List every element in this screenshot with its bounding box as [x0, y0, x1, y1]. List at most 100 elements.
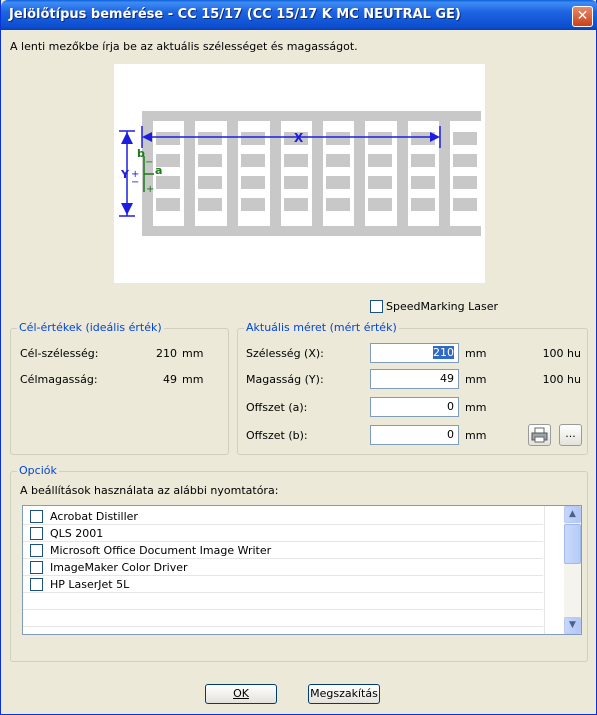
- empty-list-row: [23, 593, 543, 610]
- label-cell: [156, 132, 180, 145]
- list-item[interactable]: ImageMaker Color Driver: [23, 559, 543, 576]
- label-cell: [368, 154, 392, 167]
- list-item[interactable]: Acrobat Distiller: [23, 508, 543, 525]
- target-width-unit: mm: [182, 347, 204, 360]
- x-label: X: [294, 131, 304, 145]
- printer-icon: [531, 427, 548, 443]
- label-cell: [453, 198, 477, 211]
- empty-list-row: [23, 610, 543, 627]
- height-input[interactable]: 49: [370, 369, 459, 389]
- list-item[interactable]: HP LaserJet 5L: [23, 576, 543, 593]
- label-cell: [241, 176, 265, 189]
- label-cell: [453, 176, 477, 189]
- label-cell: [284, 154, 308, 167]
- scroll-thumb[interactable]: [564, 524, 581, 564]
- bottom-strip: [142, 226, 481, 236]
- scroll-up-button[interactable]: ▲: [564, 506, 581, 523]
- label-cell: [156, 176, 180, 189]
- print-button[interactable]: [528, 424, 551, 446]
- printer-checkbox[interactable]: [30, 561, 43, 574]
- options-legend: Opciók: [17, 464, 59, 477]
- target-height-label: Célmagasság:: [20, 373, 98, 386]
- label-cell: [453, 154, 477, 167]
- label-cell: [453, 132, 477, 145]
- instruction-text: A lenti mezőkbe írja be az aktuális szél…: [10, 40, 358, 53]
- speedmarking-label: SpeedMarking Laser: [386, 300, 499, 313]
- dialog-window: Jelölőtípus bemérése - CC 15/17 (CC 15/1…: [0, 0, 597, 715]
- offset-b-label: Offszet (b):: [246, 429, 308, 442]
- label-cell: [241, 132, 265, 145]
- printer-label: Microsoft Office Document Image Writer: [50, 544, 272, 557]
- a-label: a: [155, 164, 162, 177]
- label-cell: [368, 198, 392, 211]
- offset-b-input[interactable]: 0: [370, 425, 459, 445]
- list-item[interactable]: Microsoft Office Document Image Writer: [23, 542, 543, 559]
- cancel-button-label: Megszakítás: [310, 687, 378, 700]
- printer-label: HP LaserJet 5L: [50, 578, 130, 591]
- label-cell: [198, 198, 222, 211]
- label-cell: [411, 154, 435, 167]
- label-cell: [156, 198, 180, 211]
- label-cell: [198, 176, 222, 189]
- offset-a-input[interactable]: 0: [370, 397, 459, 417]
- printer-checkbox[interactable]: [30, 527, 43, 540]
- label-layout-diagram: X Y b a + − + −: [114, 64, 485, 283]
- diagram-svg: X Y b a + − + −: [119, 111, 481, 236]
- actual-height-label: Magasság (Y):: [246, 373, 324, 386]
- ok-button[interactable]: OK: [205, 684, 277, 704]
- y-arrow-up: [121, 132, 133, 144]
- width-hu-value: 100 hu: [542, 347, 581, 360]
- label-cell: [241, 198, 265, 211]
- offset-b-input-value: 0: [447, 428, 454, 441]
- ok-button-label: OK: [233, 687, 249, 700]
- label-cell: [326, 154, 350, 167]
- target-width-label: Cél-szélesség:: [20, 347, 99, 360]
- height-input-value: 49: [440, 372, 454, 385]
- actual-width-unit: mm: [465, 347, 487, 360]
- more-button-label: ...: [565, 427, 576, 440]
- list-scrollbar[interactable]: ▲ ▼: [564, 506, 581, 634]
- printer-checkbox[interactable]: [30, 510, 43, 523]
- actual-height-unit: mm: [465, 373, 487, 386]
- printer-label: QLS 2001: [50, 527, 104, 540]
- target-height-unit: mm: [182, 373, 204, 386]
- column-divider: [544, 506, 545, 634]
- label-cell: [284, 176, 308, 189]
- y-arrow-down: [121, 203, 133, 215]
- label-cell: [326, 198, 350, 211]
- target-height-value: 49: [163, 373, 177, 386]
- printer-checkbox[interactable]: [30, 578, 43, 591]
- b-label: b: [137, 147, 145, 160]
- offset-a-unit: mm: [465, 401, 487, 414]
- more-button[interactable]: ...: [559, 424, 582, 446]
- cancel-button[interactable]: Megszakítás: [308, 684, 380, 704]
- label-cell: [198, 132, 222, 145]
- speedmarking-checkbox[interactable]: [370, 300, 383, 313]
- printer-label: ImageMaker Color Driver: [50, 561, 188, 574]
- target-values-legend: Cél-értékek (ideális érték): [17, 321, 164, 334]
- width-input[interactable]: 210: [370, 343, 459, 363]
- top-strip: [142, 111, 481, 121]
- label-cell: [411, 198, 435, 211]
- offset-a-input-value: 0: [447, 400, 454, 413]
- list-item[interactable]: QLS 2001: [23, 525, 543, 542]
- actual-width-label: Szélesség (X):: [246, 347, 324, 360]
- scroll-down-button[interactable]: ▼: [564, 617, 581, 634]
- label-cell: [411, 176, 435, 189]
- actual-size-legend: Aktuális méret (mért érték): [244, 321, 399, 334]
- window-title: Jelölőtípus bemérése - CC 15/17 (CC 15/1…: [9, 7, 461, 22]
- printer-list[interactable]: Acrobat Distiller QLS 2001 Microsoft Off…: [22, 505, 582, 635]
- a-plus-sign: +: [146, 184, 154, 195]
- chevron-down-icon: ▼: [569, 620, 576, 630]
- label-cell: [241, 154, 265, 167]
- label-cell: [284, 198, 308, 211]
- close-icon: ✕: [576, 8, 589, 24]
- close-button[interactable]: ✕: [572, 6, 593, 27]
- label-cell: [368, 176, 392, 189]
- options-description: A beállítások használata az alábbi nyomt…: [20, 484, 279, 497]
- title-bar[interactable]: Jelölőtípus bemérése - CC 15/17 (CC 15/1…: [1, 0, 597, 30]
- y-minus-sign: −: [131, 177, 139, 188]
- target-width-value: 210: [156, 347, 177, 360]
- printer-checkbox[interactable]: [30, 544, 43, 557]
- label-cell: [326, 132, 350, 145]
